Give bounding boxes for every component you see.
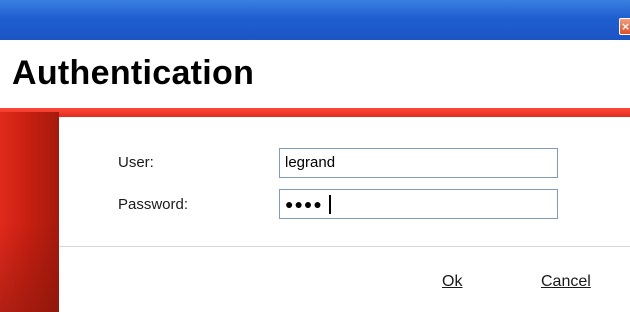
user-label: User: bbox=[118, 154, 154, 171]
header-accent-band bbox=[0, 108, 630, 117]
password-input[interactable]: ●●●● bbox=[279, 189, 558, 219]
side-accent-bar bbox=[0, 112, 59, 312]
window-titlebar: × bbox=[0, 0, 630, 40]
dialog-title: Authentication bbox=[12, 54, 255, 92]
user-input[interactable]: legrand bbox=[279, 148, 558, 178]
ok-button[interactable]: Ok bbox=[442, 272, 462, 292]
user-input-value: legrand bbox=[285, 154, 336, 171]
password-label: Password: bbox=[118, 196, 189, 213]
cancel-button[interactable]: Cancel bbox=[541, 272, 591, 292]
close-button[interactable]: × bbox=[619, 18, 630, 35]
text-caret bbox=[329, 195, 331, 214]
password-input-value: ●●●● bbox=[285, 196, 323, 212]
form-separator bbox=[59, 246, 630, 247]
close-icon: × bbox=[621, 20, 630, 33]
